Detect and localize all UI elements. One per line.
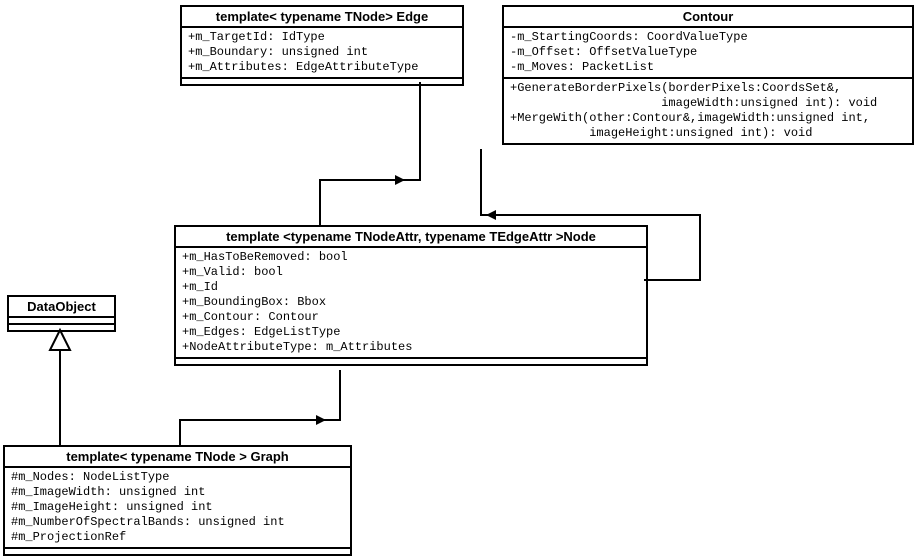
class-graph-title: template< typename TNode > Graph xyxy=(5,447,350,468)
class-graph: template< typename TNode > Graph #m_Node… xyxy=(3,445,352,556)
class-node-ops xyxy=(176,359,646,364)
class-dataobject-attrs xyxy=(9,318,114,325)
class-edge-attrs: +m_TargetId: IdType +m_Boundary: unsigne… xyxy=(182,28,462,79)
class-contour-ops: +GenerateBorderPixels(borderPixels:Coord… xyxy=(504,79,912,143)
class-graph-ops xyxy=(5,549,350,554)
class-contour-attrs: -m_StartingCoords: CoordValueType -m_Off… xyxy=(504,28,912,79)
class-dataobject-title: DataObject xyxy=(9,297,114,318)
class-graph-attrs: #m_Nodes: NodeListType #m_ImageWidth: un… xyxy=(5,468,350,549)
class-edge-title: template< typename TNode> Edge xyxy=(182,7,462,28)
class-node: template <typename TNodeAttr, typename T… xyxy=(174,225,648,366)
class-dataobject-ops xyxy=(9,325,114,330)
class-node-attrs: +m_HasToBeRemoved: bool +m_Valid: bool +… xyxy=(176,248,646,359)
class-node-title: template <typename TNodeAttr, typename T… xyxy=(176,227,646,248)
class-contour: Contour -m_StartingCoords: CoordValueTyp… xyxy=(502,5,914,145)
class-edge-ops xyxy=(182,79,462,84)
class-contour-title: Contour xyxy=(504,7,912,28)
class-dataobject: DataObject xyxy=(7,295,116,332)
class-edge: template< typename TNode> Edge +m_Target… xyxy=(180,5,464,86)
